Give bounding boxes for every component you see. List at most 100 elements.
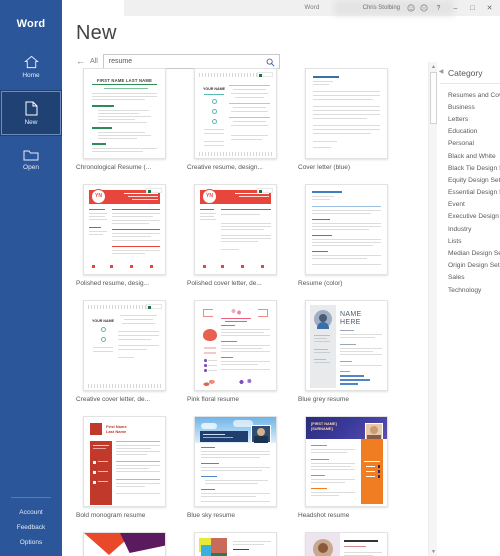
template-caption: Creative cover letter, de...: [76, 396, 151, 403]
filter-all-label[interactable]: All: [90, 58, 98, 65]
template-thumbnail[interactable]: FIRST NAME LAST NAME: [83, 68, 166, 159]
category-item-education[interactable]: Education 3: [448, 126, 500, 138]
template-thumbnail[interactable]: First Name Last Name: [83, 532, 166, 556]
template-thumbnail[interactable]: YOUR NAME: [83, 300, 166, 391]
template-thumbnail[interactable]: [FIRST NAME] [SURNAME]: [305, 416, 388, 507]
category-item-origin-design-set[interactable]: Origin Design Set 1: [448, 260, 500, 272]
category-item-technology[interactable]: Technology 1: [448, 284, 500, 296]
scroll-down-button[interactable]: ▼: [429, 547, 438, 556]
template-thumbnail[interactable]: NAME HERE: [305, 300, 388, 391]
template-caption: Chronological Resume (...: [76, 164, 152, 171]
title-bar-controls: Chris Stolbing ? – □ ✕: [363, 0, 498, 16]
document-icon: [25, 101, 38, 116]
help-button[interactable]: ?: [430, 0, 447, 16]
category-list: Resumes and Cover Letters 80 Business 21…: [440, 84, 500, 296]
minimize-button[interactable]: –: [447, 0, 464, 16]
category-item-black-and-white[interactable]: Black and White 1: [448, 150, 500, 162]
word-badge-icon: [257, 72, 273, 77]
template-tile[interactable]: YOUR NAME: [76, 300, 173, 403]
category-item-executive-design-set[interactable]: Executive Design Set 1: [448, 211, 500, 223]
thumb-name-text: YOUR NAME: [92, 319, 114, 323]
template-thumbnail[interactable]: [194, 416, 277, 507]
sidebar-item-new[interactable]: New: [0, 90, 62, 136]
template-thumbnail[interactable]: YOUR NAME: [194, 68, 277, 159]
template-tile[interactable]: First Name Last Name: [76, 416, 173, 519]
category-item-equity-design-set[interactable]: Equity Design Set 1: [448, 174, 500, 186]
close-button[interactable]: ✕: [481, 0, 498, 16]
category-label: Resumes and Cover Letters: [448, 91, 500, 99]
sidebar-item-label: New: [24, 118, 38, 126]
sidebar-item-home[interactable]: Home: [0, 44, 62, 90]
template-tile[interactable]: YN: [76, 184, 173, 287]
template-thumbnail[interactable]: First Name Last Name: [83, 416, 166, 507]
category-label: Black Tie Design Set: [448, 164, 500, 172]
scrollbar-thumb[interactable]: [430, 72, 437, 124]
category-item-median-design-set[interactable]: Median Design Set 1: [448, 247, 500, 259]
chevron-left-icon[interactable]: ◀: [437, 68, 445, 75]
template-tile[interactable]: [FIRST NAME] [SURNAME] Headshot resume: [298, 416, 395, 519]
sidebar-bottom-group: Account Feedback Options: [0, 497, 62, 556]
left-navigation: Word Home New Open Account Feedback Opti…: [0, 0, 62, 556]
search-icon[interactable]: [265, 56, 277, 68]
template-thumbnail[interactable]: [305, 184, 388, 275]
category-item-sales[interactable]: Sales 1: [448, 272, 500, 284]
maximize-button[interactable]: □: [464, 0, 481, 16]
word-badge-icon: [146, 188, 162, 193]
category-label: Technology: [448, 286, 482, 294]
template-tile[interactable]: YN: [187, 184, 284, 287]
app-brand: Word: [16, 18, 46, 30]
sidebar-item-open[interactable]: Open: [0, 136, 62, 182]
category-label: Education: [448, 128, 478, 136]
search-input[interactable]: [103, 55, 259, 68]
thumb-name-text-2: [SURNAME]: [311, 427, 333, 431]
template-caption: Polished cover letter, de...: [187, 280, 262, 287]
category-label: Origin Design Set: [448, 262, 500, 270]
category-item-essential-design-set[interactable]: Essential Design Set 1: [448, 187, 500, 199]
template-tile[interactable]: FIRST NAME LAST NAME Chronological Resum…: [76, 68, 173, 171]
template-gallery[interactable]: FIRST NAME LAST NAME Chronological Resum…: [76, 68, 428, 556]
thumb-name-text: YOUR NAME: [203, 87, 225, 91]
word-badge-icon: [146, 304, 162, 309]
smiley-frown-icon[interactable]: [417, 0, 430, 16]
sidebar-item-feedback[interactable]: Feedback: [0, 520, 62, 535]
category-header: Category: [440, 62, 500, 84]
template-grid: FIRST NAME LAST NAME Chronological Resum…: [76, 68, 428, 556]
template-tile[interactable]: Cover letter (blue): [298, 68, 395, 171]
category-item-personal[interactable]: Personal 3: [448, 138, 500, 150]
category-item-business[interactable]: Business 21: [448, 101, 500, 113]
template-tile[interactable]: YOUR NAME: [187, 68, 284, 171]
template-thumbnail[interactable]: [305, 532, 388, 556]
gallery-scrollbar[interactable]: ▲ ▼: [428, 62, 437, 556]
template-caption: Headshot resume: [298, 512, 350, 519]
template-thumbnail[interactable]: YN: [194, 184, 277, 275]
category-item-industry[interactable]: Industry 1: [448, 223, 500, 235]
template-thumbnail[interactable]: [194, 532, 277, 556]
sidebar-item-options[interactable]: Options: [0, 535, 62, 550]
template-tile[interactable]: NAME HERE Blue grey resume: [298, 300, 395, 403]
template-thumbnail[interactable]: [194, 300, 277, 391]
template-tile[interactable]: Pink floral resume: [187, 300, 284, 403]
word-badge-icon: [257, 188, 273, 193]
sidebar-item-label: Home: [22, 72, 40, 79]
back-arrow-icon[interactable]: ←: [76, 57, 85, 66]
template-tile[interactable]: [298, 532, 395, 556]
category-item-black-tie-design-set[interactable]: Black Tie Design Set 1: [448, 162, 500, 174]
category-label: Business: [448, 103, 475, 111]
template-tile[interactable]: [187, 532, 284, 556]
search-box[interactable]: [102, 54, 280, 69]
sidebar-item-account[interactable]: Account: [0, 505, 62, 520]
category-label: Essential Design Set: [448, 189, 500, 197]
template-thumbnail[interactable]: [305, 68, 388, 159]
category-item-event[interactable]: Event 1: [448, 199, 500, 211]
category-panel: ◀ Category Resumes and Cover Letters 80 …: [437, 62, 500, 556]
category-label: Median Design Set: [448, 250, 500, 258]
category-item-resumes-and-cover-letters[interactable]: Resumes and Cover Letters 80: [448, 89, 500, 101]
template-tile[interactable]: First Name Last Name: [76, 532, 173, 556]
account-name[interactable]: Chris Stolbing: [363, 5, 400, 11]
smiley-icon[interactable]: [404, 0, 417, 16]
template-thumbnail[interactable]: YN: [83, 184, 166, 275]
category-item-letters[interactable]: Letters 4: [448, 113, 500, 125]
category-item-lists[interactable]: Lists 1: [448, 235, 500, 247]
template-tile[interactable]: Resume (color): [298, 184, 395, 287]
template-tile[interactable]: Blue sky resume: [187, 416, 284, 519]
